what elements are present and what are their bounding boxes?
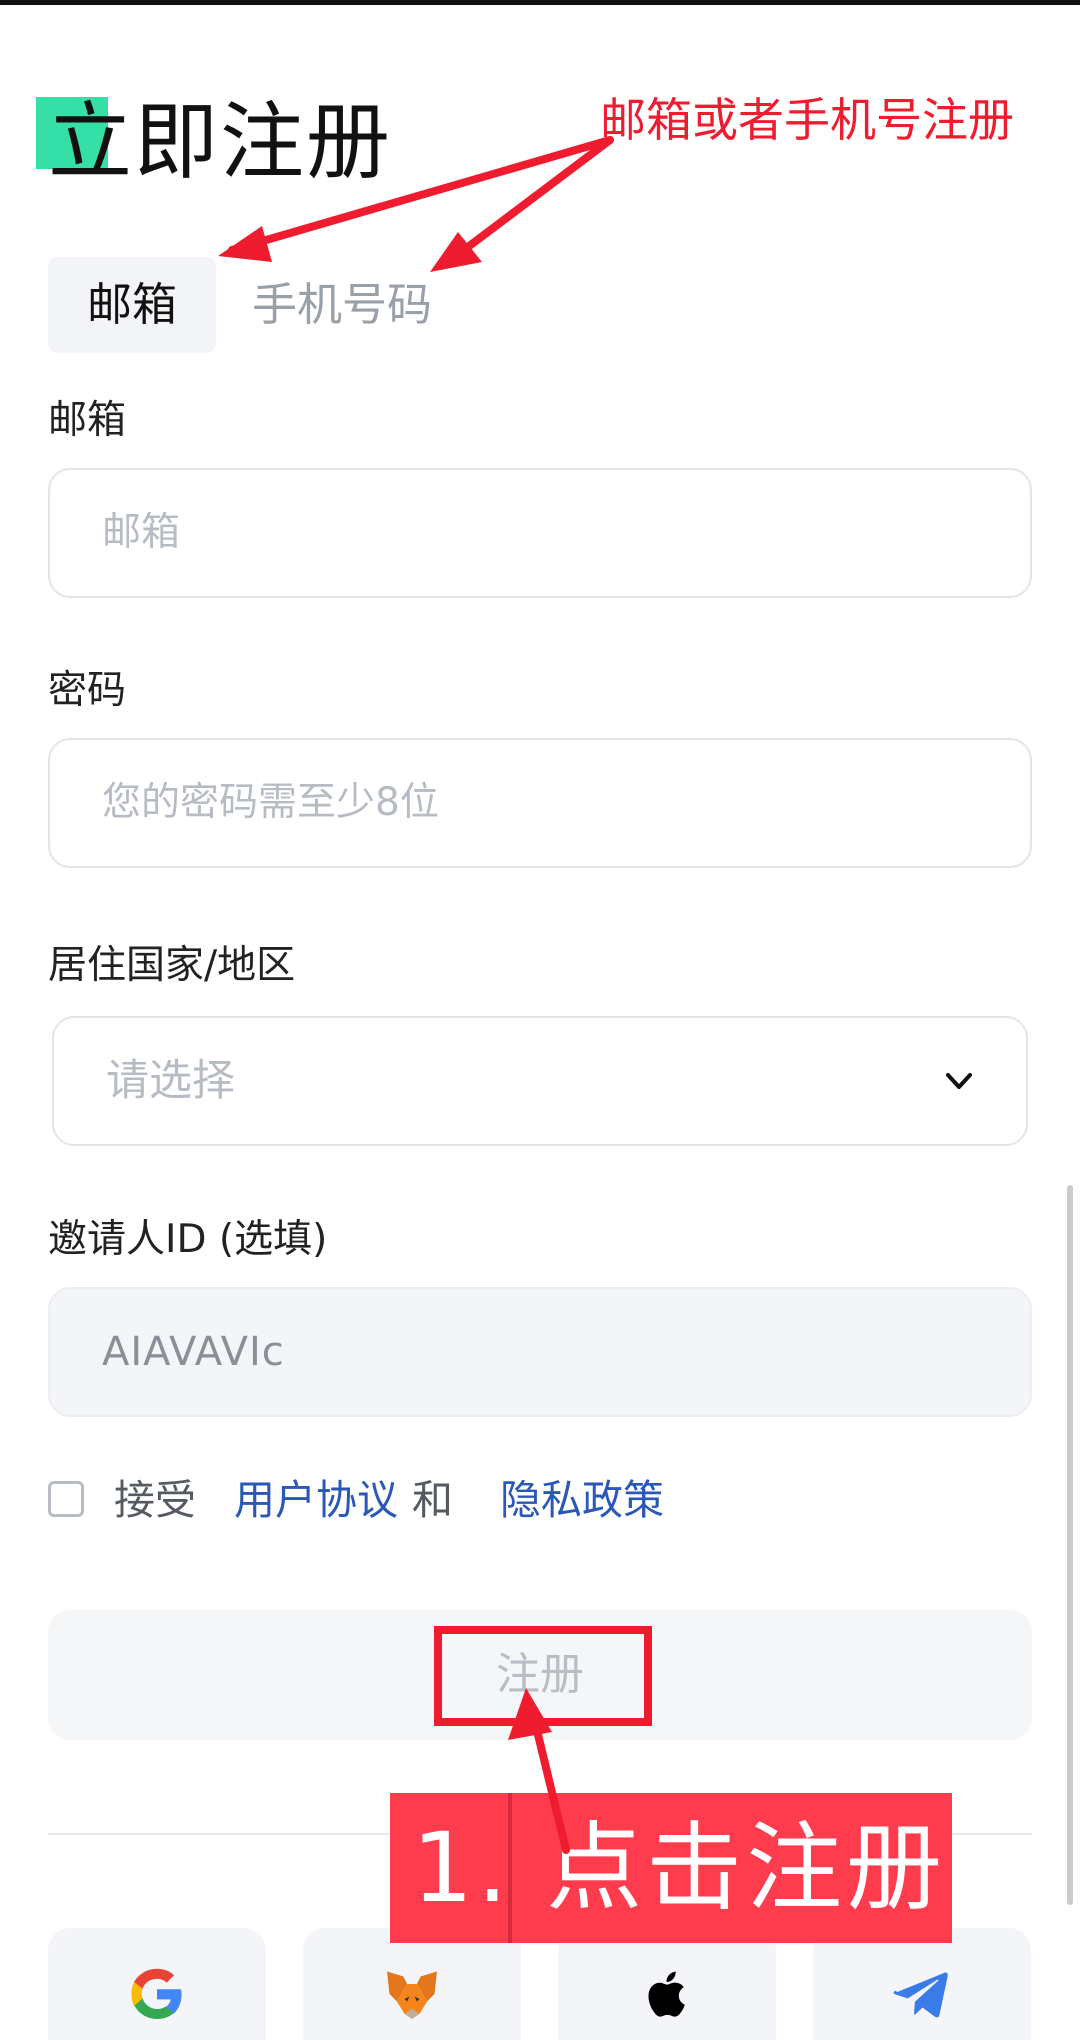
- apple-login-button[interactable]: [558, 1928, 776, 2040]
- scrollbar[interactable]: [1067, 1185, 1073, 1905]
- and-text: 和: [412, 1476, 453, 1524]
- register-annotation-box: [434, 1626, 652, 1726]
- chevron-down-icon: [946, 1073, 972, 1089]
- google-login-button[interactable]: [48, 1928, 266, 2040]
- page-title: 立即注册: [48, 93, 393, 191]
- metamask-icon: [387, 1971, 437, 2019]
- metamask-login-button[interactable]: [303, 1928, 521, 2040]
- inviter-value: AIAVAVIc: [102, 1329, 285, 1375]
- social-login-row: [48, 1928, 1032, 2040]
- agree-checkbox[interactable]: [48, 1481, 84, 1517]
- email-label: 邮箱: [48, 398, 127, 443]
- email-placeholder: 邮箱: [102, 510, 181, 555]
- step-banner-text: 1. 点击注册: [412, 1812, 947, 1924]
- password-field[interactable]: 您的密码需至少8位: [48, 738, 1032, 868]
- agreement-row: 接受 用户协议 和 隐私政策: [48, 1470, 1032, 1530]
- password-label: 密码: [48, 668, 127, 713]
- top-edge-bar: [0, 0, 1080, 5]
- password-placeholder: 您的密码需至少8位: [102, 780, 439, 825]
- tab-email[interactable]: 邮箱: [48, 257, 216, 353]
- telegram-icon: [893, 1972, 948, 2018]
- telegram-login-button[interactable]: [813, 1928, 1031, 2040]
- tab-annotation-text: 邮箱或者手机号注册: [600, 93, 1014, 147]
- arrow-to-phone-tab: [444, 136, 614, 266]
- tab-phone[interactable]: 手机号码: [252, 257, 472, 353]
- privacy-link[interactable]: 隐私政策: [500, 1470, 664, 1530]
- country-select[interactable]: 请选择: [52, 1016, 1028, 1146]
- country-placeholder: 请选择: [106, 1056, 235, 1106]
- inviter-label: 邀请人ID (选填): [48, 1217, 328, 1262]
- terms-link[interactable]: 用户协议: [234, 1470, 398, 1530]
- email-field[interactable]: 邮箱: [48, 468, 1032, 598]
- apple-icon: [648, 1971, 685, 2017]
- google-icon: [131, 1968, 182, 2019]
- inviter-field[interactable]: AIAVAVIc: [48, 1287, 1032, 1417]
- accept-text: 接受: [114, 1476, 196, 1524]
- country-label: 居住国家/地区: [48, 943, 296, 988]
